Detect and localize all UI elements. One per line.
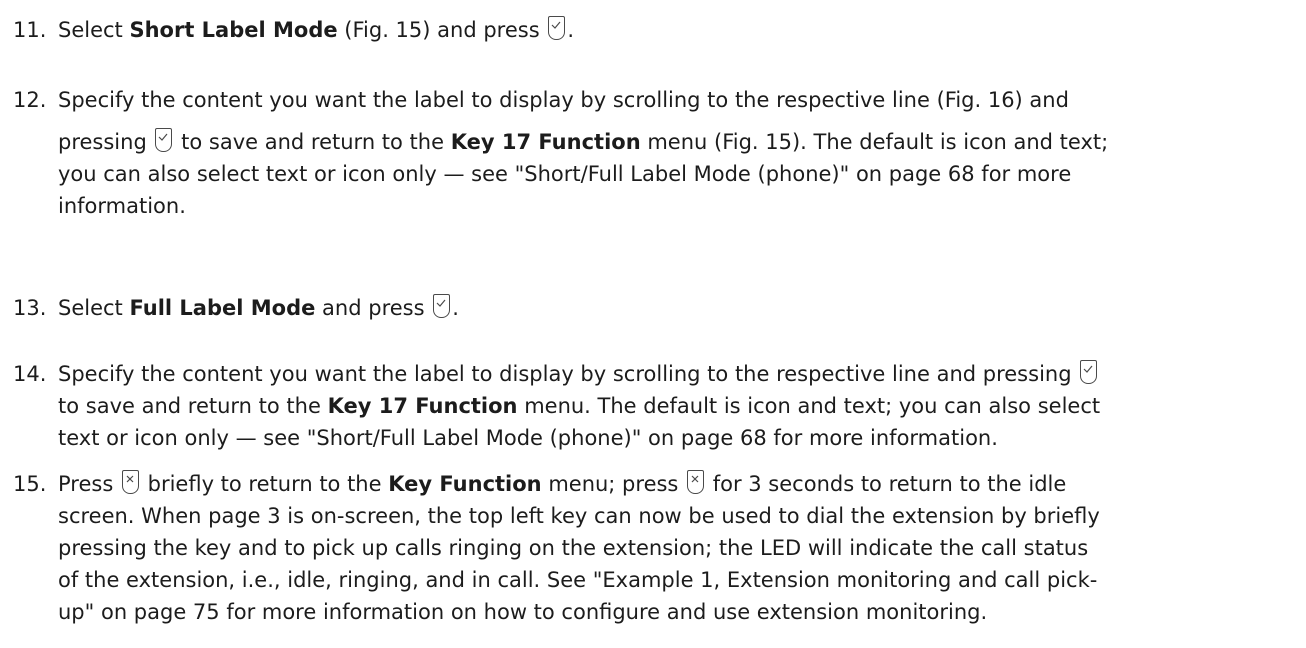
step-text: Select Full Label Mode and press . bbox=[58, 294, 459, 320]
step-number: 12. bbox=[13, 88, 47, 112]
checkmark-key-icon bbox=[433, 294, 451, 318]
step-text: Press briefly to return to the Key Funct… bbox=[58, 470, 1100, 624]
step-text: Specify the content you want the label t… bbox=[58, 88, 1109, 218]
checkmark-key-icon bbox=[1080, 360, 1098, 384]
step-number: 11. bbox=[13, 18, 47, 42]
menu-name: Key Function bbox=[388, 472, 542, 496]
menu-name: Key 17 Function bbox=[327, 394, 518, 418]
step-number: 13. bbox=[13, 296, 47, 320]
step-text: Select Short Label Mode (Fig. 15) and pr… bbox=[58, 16, 574, 42]
menu-item-name: Full Label Mode bbox=[129, 296, 316, 320]
step-number: 15. bbox=[13, 472, 47, 496]
x-key-icon bbox=[121, 470, 139, 494]
menu-name: Key 17 Function bbox=[450, 130, 641, 154]
menu-item-name: Short Label Mode bbox=[129, 18, 338, 42]
step-text: Specify the content you want the label t… bbox=[58, 360, 1101, 450]
step-number: 14. bbox=[13, 362, 47, 386]
checkmark-key-icon bbox=[155, 128, 173, 152]
checkmark-key-icon bbox=[548, 16, 566, 40]
x-key-icon bbox=[687, 470, 705, 494]
